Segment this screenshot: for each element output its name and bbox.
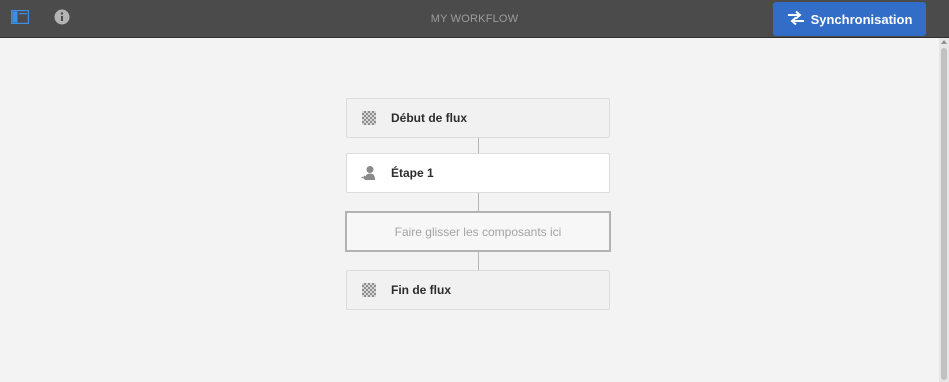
scroll-up-arrow-icon[interactable]: [941, 40, 947, 44]
sync-button-label: Synchronisation: [810, 11, 913, 27]
info-icon: [54, 9, 70, 30]
flow-end-checker-icon: [361, 282, 377, 298]
flow-start-label: Début de flux: [391, 111, 468, 125]
flow-connector: [478, 193, 479, 211]
sync-arrows-icon: [787, 10, 805, 28]
vertical-scrollbar[interactable]: [939, 38, 949, 382]
side-panel-toggle-button[interactable]: [10, 9, 30, 29]
component-drop-zone[interactable]: Faire glisser les composants ici: [345, 211, 611, 252]
workflow-step-label: Étape 1: [391, 166, 434, 180]
participant-step-icon: [361, 165, 377, 181]
scrollbar-thumb[interactable]: [941, 48, 947, 380]
flow-start-node[interactable]: Début de flux: [346, 98, 610, 138]
flow-connector: [478, 138, 479, 153]
flow-end-node[interactable]: Fin de flux: [346, 270, 610, 310]
drop-zone-placeholder: Faire glisser les composants ici: [394, 224, 562, 239]
side-panel-icon: [10, 9, 30, 29]
flow-end-label: Fin de flux: [391, 283, 451, 297]
info-button[interactable]: [52, 9, 72, 29]
workflow-step-node[interactable]: Étape 1: [346, 153, 610, 193]
flow-start-checker-icon: [361, 110, 377, 126]
top-toolbar: MY WORKFLOW Synchronisation: [0, 0, 949, 38]
sync-button[interactable]: Synchronisation: [773, 2, 926, 36]
flow-connector: [478, 252, 479, 270]
